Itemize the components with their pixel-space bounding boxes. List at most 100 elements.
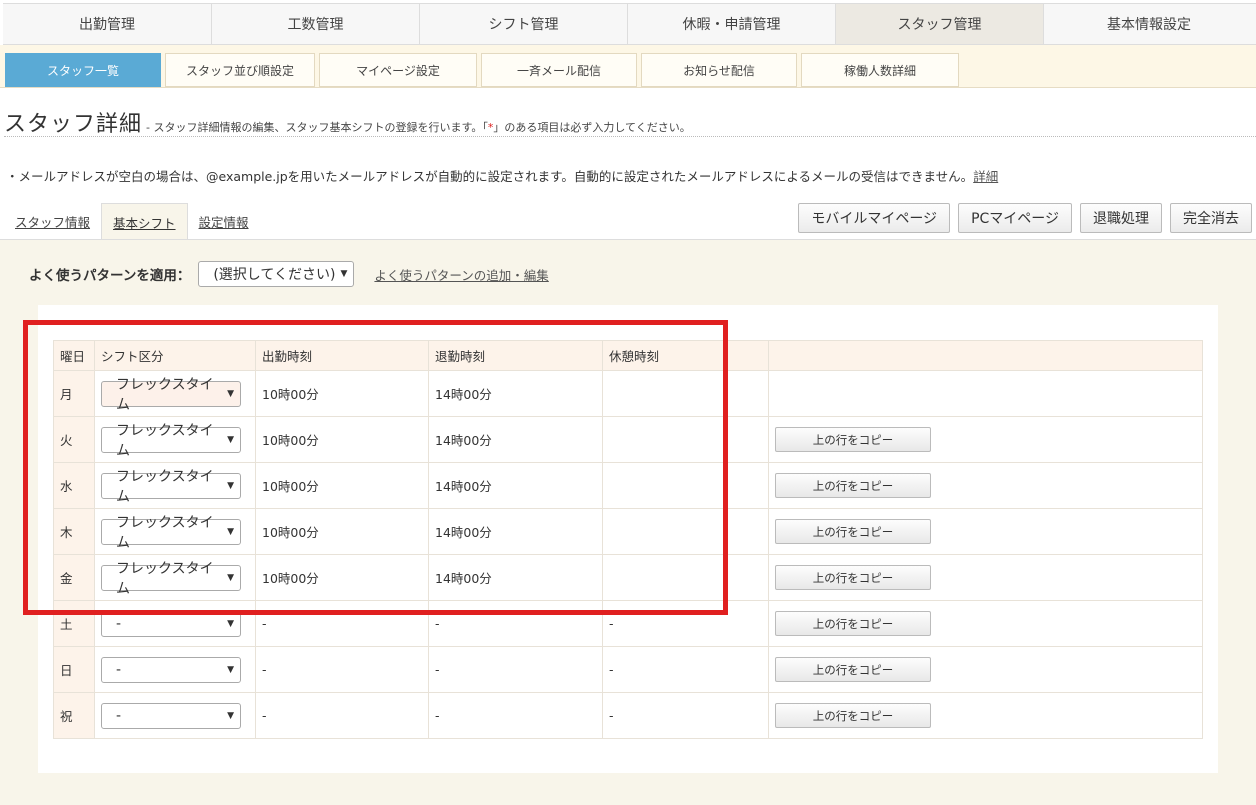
sub-nav-staff-order[interactable]: スタッフ並び順設定 <box>165 53 315 87</box>
chevron-down-icon: ▼ <box>227 710 234 721</box>
break-time-cell <box>602 554 769 601</box>
chevron-down-icon: ▼ <box>227 480 234 491</box>
shift-cell: - ▼ <box>94 646 256 693</box>
pattern-row: よく使うパターンを適用： (選択してください) ▼ よく使うパターンの追加・編集 <box>29 261 549 287</box>
table-row: 木 フレックスタイム ▼ 10時00分 14時00分 上の行をコピー <box>53 508 1203 555</box>
shift-cell: - ▼ <box>94 692 256 739</box>
top-nav-manhours[interactable]: 工数管理 <box>212 4 420 44</box>
shift-table: 曜日 シフト区分 出勤時刻 退勤時刻 休憩時刻 月 フレックスタイム ▼ 10時0… <box>53 340 1203 739</box>
sub-nav-mypage-settings[interactable]: マイページ設定 <box>319 53 477 87</box>
pc-mypage-button[interactable]: PCマイページ <box>958 203 1072 233</box>
end-time-cell: 14時00分 <box>428 370 603 417</box>
sub-nav-notice[interactable]: お知らせ配信 <box>641 53 797 87</box>
action-cell <box>768 370 1203 417</box>
page-heading: スタッフ詳細 - スタッフ詳細情報の編集、スタッフ基本シフトの登録を行います。「… <box>4 106 691 138</box>
sub-nav-staff-list[interactable]: スタッフ一覧 <box>5 53 161 87</box>
top-nav-settings[interactable]: 基本情報設定 <box>1044 4 1254 44</box>
sub-nav: スタッフ一覧 スタッフ並び順設定 マイページ設定 一斉メール配信 お知らせ配信 … <box>5 53 963 87</box>
pattern-edit-link[interactable]: よく使うパターンの追加・編集 <box>374 265 548 284</box>
copy-row-button[interactable]: 上の行をコピー <box>775 611 931 636</box>
action-cell: 上の行をコピー <box>768 554 1203 601</box>
end-time-cell: - <box>428 692 603 739</box>
action-buttons: モバイルマイページ PCマイページ 退職処理 完全消去 <box>798 203 1252 233</box>
shift-cell: フレックスタイム ▼ <box>94 462 256 509</box>
mobile-mypage-button[interactable]: モバイルマイページ <box>798 203 951 233</box>
break-time-cell: - <box>602 692 769 739</box>
day-cell: 火 <box>53 416 95 463</box>
action-cell: 上の行をコピー <box>768 692 1203 739</box>
day-cell: 日 <box>53 646 95 693</box>
break-time-cell: - <box>602 600 769 647</box>
copy-row-button[interactable]: 上の行をコピー <box>775 473 931 498</box>
break-time-cell <box>602 462 769 509</box>
chevron-down-icon: ▼ <box>227 618 234 629</box>
end-time-cell: 14時00分 <box>428 416 603 463</box>
top-nav-staff[interactable]: スタッフ管理 <box>836 4 1044 44</box>
top-nav-leave[interactable]: 休暇・申請管理 <box>628 4 836 44</box>
shift-type-select[interactable]: - ▼ <box>101 610 241 637</box>
tab-staff-info[interactable]: スタッフ情報 <box>4 203 101 240</box>
break-time-cell <box>602 416 769 463</box>
header-day: 曜日 <box>53 340 95 371</box>
end-time-cell: 14時00分 <box>428 462 603 509</box>
day-cell: 木 <box>53 508 95 555</box>
header-end-time: 退勤時刻 <box>428 340 603 371</box>
page-description: - スタッフ詳細情報の編集、スタッフ基本シフトの登録を行います。「*」のある項目… <box>146 121 691 134</box>
day-cell: 水 <box>53 462 95 509</box>
table-row: 水 フレックスタイム ▼ 10時00分 14時00分 上の行をコピー <box>53 462 1203 509</box>
start-time-cell: 10時00分 <box>255 462 429 509</box>
detail-tabs: スタッフ情報 基本シフト 設定情報 <box>4 203 260 240</box>
end-time-cell: 14時00分 <box>428 508 603 555</box>
shift-cell: - ▼ <box>94 600 256 647</box>
sub-nav-bulk-mail[interactable]: 一斉メール配信 <box>481 53 637 87</box>
shift-type-select[interactable]: フレックスタイム ▼ <box>101 561 241 597</box>
copy-row-button[interactable]: 上の行をコピー <box>775 427 931 452</box>
start-time-cell: 10時00分 <box>255 416 429 463</box>
break-time-cell <box>602 508 769 555</box>
break-time-cell <box>602 370 769 417</box>
retire-button[interactable]: 退職処理 <box>1080 203 1162 233</box>
pattern-label: よく使うパターンを適用： <box>29 268 191 284</box>
shift-type-select[interactable]: - ▼ <box>101 656 241 683</box>
notice-detail-link[interactable]: 詳細 <box>973 169 998 184</box>
sub-nav-headcount[interactable]: 稼働人数詳細 <box>801 53 959 87</box>
header-break-time: 休憩時刻 <box>602 340 769 371</box>
shift-type-select[interactable]: フレックスタイム ▼ <box>101 515 241 551</box>
start-time-cell: 10時00分 <box>255 370 429 417</box>
start-time-cell: - <box>255 692 429 739</box>
copy-row-button[interactable]: 上の行をコピー <box>775 703 931 728</box>
delete-button[interactable]: 完全消去 <box>1170 203 1252 233</box>
end-time-cell: 14時00分 <box>428 554 603 601</box>
table-header-row: 曜日 シフト区分 出勤時刻 退勤時刻 休憩時刻 <box>53 340 1203 371</box>
copy-row-button[interactable]: 上の行をコピー <box>775 519 931 544</box>
start-time-cell: - <box>255 600 429 647</box>
action-cell: 上の行をコピー <box>768 600 1203 647</box>
header-shift-type: シフト区分 <box>94 340 256 371</box>
top-nav-shift[interactable]: シフト管理 <box>420 4 628 44</box>
shift-type-select[interactable]: フレックスタイム ▼ <box>101 469 241 505</box>
action-cell: 上の行をコピー <box>768 646 1203 693</box>
pattern-select[interactable]: (選択してください) ▼ <box>198 261 355 287</box>
shift-type-select[interactable]: フレックスタイム ▼ <box>101 423 241 459</box>
chevron-down-icon: ▼ <box>340 269 348 279</box>
shift-type-select[interactable]: - ▼ <box>101 702 241 729</box>
shift-type-select[interactable]: フレックスタイム ▼ <box>101 377 241 413</box>
end-time-cell: - <box>428 600 603 647</box>
table-row: 火 フレックスタイム ▼ 10時00分 14時00分 上の行をコピー <box>53 416 1203 463</box>
header-start-time: 出勤時刻 <box>255 340 429 371</box>
shift-cell: フレックスタイム ▼ <box>94 554 256 601</box>
day-cell: 金 <box>53 554 95 601</box>
tab-settings-info[interactable]: 設定情報 <box>188 203 260 240</box>
top-nav-attendance[interactable]: 出勤管理 <box>3 4 212 44</box>
start-time-cell: 10時00分 <box>255 508 429 555</box>
copy-row-button[interactable]: 上の行をコピー <box>775 657 931 682</box>
copy-row-button[interactable]: 上の行をコピー <box>775 565 931 590</box>
tab-basic-shift[interactable]: 基本シフト <box>101 203 188 240</box>
start-time-cell: - <box>255 646 429 693</box>
action-cell: 上の行をコピー <box>768 416 1203 463</box>
table-row: 土 - ▼ - - - 上の行をコピー <box>53 600 1203 647</box>
shift-cell: フレックスタイム ▼ <box>94 508 256 555</box>
shift-cell: フレックスタイム ▼ <box>94 416 256 463</box>
day-cell: 月 <box>53 370 95 417</box>
top-nav: 出勤管理 工数管理 シフト管理 休暇・申請管理 スタッフ管理 基本情報設定 <box>3 3 1256 45</box>
